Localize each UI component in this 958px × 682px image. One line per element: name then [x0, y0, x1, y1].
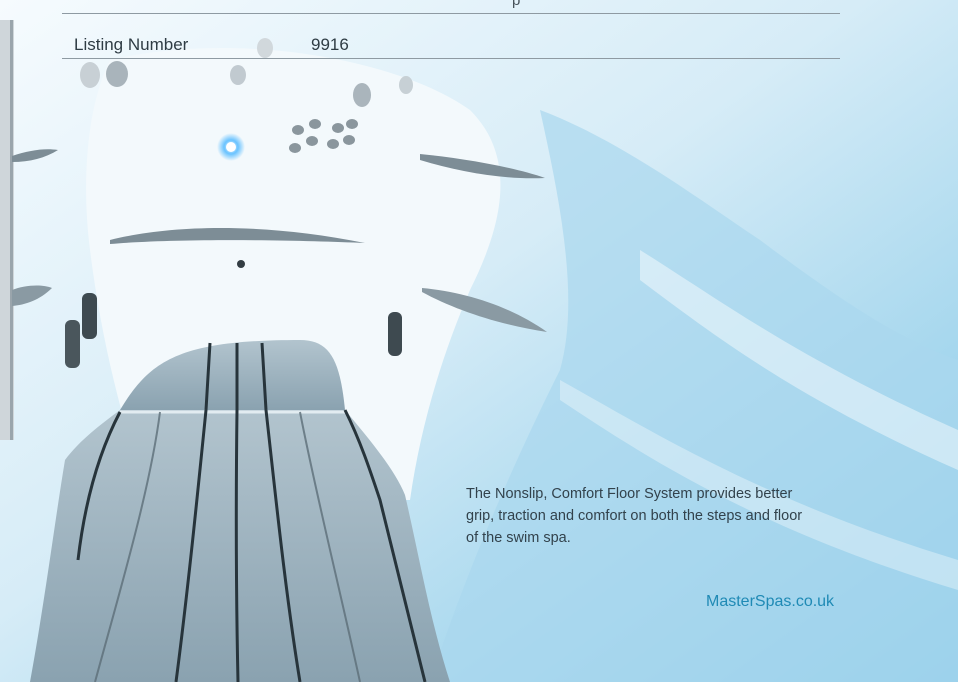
- spec-row-listing-number: Listing Number 9916: [62, 14, 840, 59]
- spec-row-clipped: p: [62, 0, 840, 14]
- listing-number-label: Listing Number: [74, 35, 189, 54]
- spec-table: p Listing Number 9916: [62, 0, 840, 59]
- feature-caption: The Nonslip, Comfort Floor System provid…: [466, 486, 803, 546]
- website-link[interactable]: MasterSpas.co.uk: [706, 593, 834, 611]
- swim-spa-photo: [0, 0, 958, 682]
- listing-number-value: 9916: [311, 35, 349, 54]
- clipped-text: p: [512, 0, 521, 9]
